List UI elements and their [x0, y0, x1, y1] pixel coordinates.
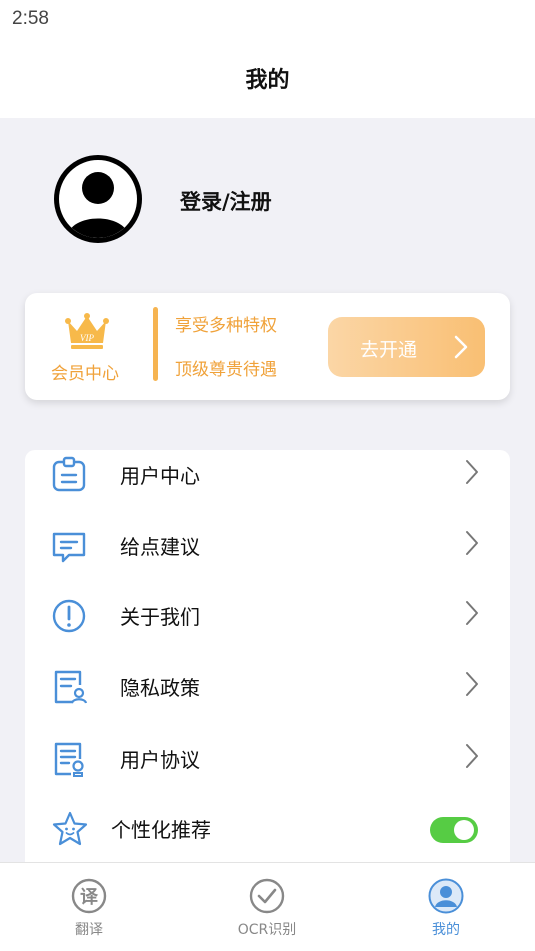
vip-divider [153, 307, 158, 381]
status-time: 2:58 [12, 8, 49, 29]
menu-item-label: 用户中心 [120, 464, 200, 488]
privacy-icon [54, 670, 88, 704]
translate-icon: 译 [71, 878, 107, 914]
menu-item-agreement[interactable]: 用户协议 [25, 730, 510, 794]
tab-translate[interactable]: 译 翻译 [29, 863, 149, 951]
tab-profile[interactable]: 我的 [386, 863, 506, 951]
vip-benefit-line1: 享受多种特权 [175, 316, 277, 336]
menu-item-about[interactable]: 关于我们 [25, 587, 510, 651]
tab-label: 我的 [432, 922, 460, 938]
chevron-right-icon [454, 335, 468, 359]
avatar[interactable] [54, 155, 142, 243]
agreement-icon [54, 742, 84, 777]
menu-item-label: 隐私政策 [120, 676, 200, 700]
vip-benefit-line2: 顶级尊贵待遇 [175, 360, 277, 380]
status-bar: 2:58 [0, 0, 535, 38]
user-silhouette-icon [67, 172, 129, 238]
star-icon [52, 811, 88, 846]
menu-item-label: 给点建议 [120, 535, 200, 559]
tab-label: 翻译 [75, 922, 103, 938]
chevron-right-icon [466, 601, 478, 625]
chevron-right-icon [466, 744, 478, 768]
feedback-icon [52, 532, 86, 563]
menu-item-privacy[interactable]: 隐私政策 [25, 658, 510, 722]
activate-vip-label: 去开通 [360, 339, 418, 361]
settings-menu: 用户中心 给点建议 关于我们 隐私政策 用户协议 个性化推荐 [25, 450, 510, 870]
login-register-link[interactable]: 登录/注册 [180, 186, 272, 216]
info-icon [52, 599, 86, 633]
tab-label: OCR识别 [237, 922, 297, 938]
vip-center-label: 会员中心 [51, 364, 119, 384]
vip-card: VIP 会员中心 享受多种特权 顶级尊贵待遇 去开通 [25, 293, 510, 400]
bottom-tab-bar: 译 翻译 OCR识别 我的 [0, 862, 535, 951]
svg-text:译: 译 [80, 887, 99, 908]
toggle-knob [454, 820, 474, 840]
menu-item-feedback[interactable]: 给点建议 [25, 517, 510, 581]
crown-icon: VIP [65, 313, 109, 349]
vip-badge-text: VIP [80, 333, 94, 343]
chevron-right-icon [466, 460, 478, 484]
nav-bar: 我的 [0, 38, 535, 118]
chevron-right-icon [466, 672, 478, 696]
profile-section[interactable]: 登录/注册 [0, 118, 535, 278]
menu-item-label: 个性化推荐 [111, 818, 211, 842]
personalized-recommendation-toggle[interactable] [430, 817, 478, 843]
chevron-right-icon [466, 531, 478, 555]
menu-item-label: 用户协议 [120, 748, 200, 772]
menu-item-user-center[interactable]: 用户中心 [25, 450, 510, 510]
menu-item-personalized-recommendation: 个性化推荐 [25, 800, 510, 864]
activate-vip-button[interactable]: 去开通 [328, 317, 485, 377]
profile-icon [428, 878, 464, 914]
page-title: 我的 [245, 68, 290, 93]
check-circle-icon [249, 878, 285, 914]
tab-ocr[interactable]: OCR识别 [207, 863, 327, 951]
user-center-icon [52, 456, 86, 492]
menu-item-label: 关于我们 [120, 605, 200, 629]
